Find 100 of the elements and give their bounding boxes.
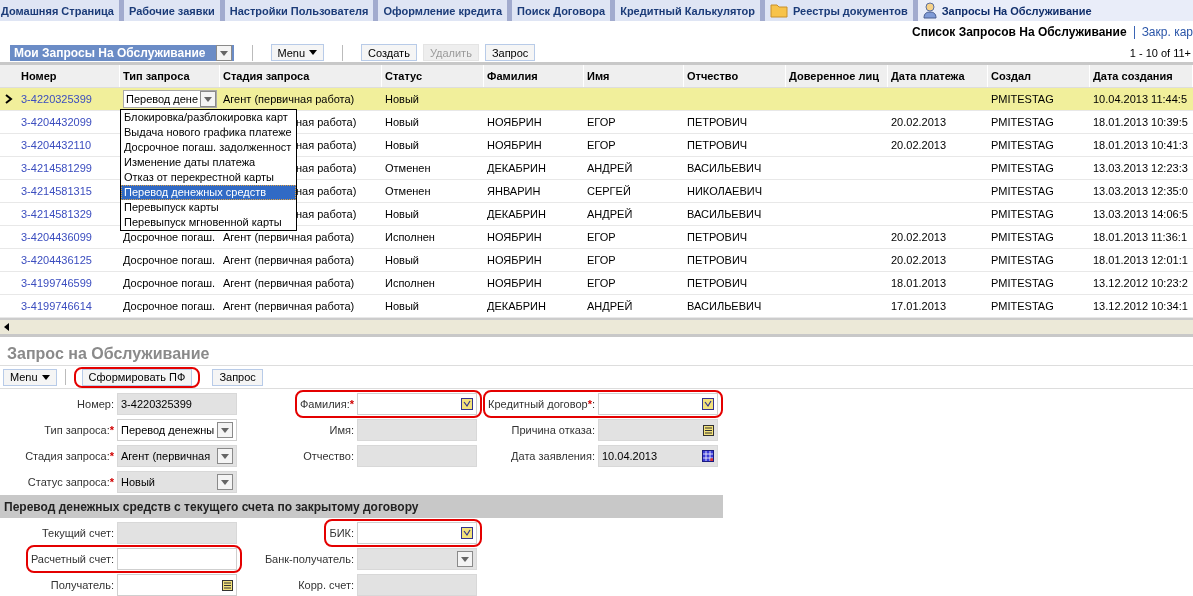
lookup-icon[interactable] [461, 527, 473, 539]
request-link[interactable]: 3-4214581315 [21, 185, 92, 197]
field-label: Дата заявления: [511, 450, 596, 462]
lookup-icon[interactable] [461, 398, 473, 410]
request-link[interactable]: 3-4204432099 [21, 116, 92, 128]
table-cell: 18.01.2013 10:41:3 [1093, 139, 1188, 151]
table-cell: ПЕТРОВИЧ [687, 231, 748, 243]
dropdown-option[interactable]: Досрочное погаш. задолженност [121, 140, 296, 155]
table-cell: ПЕТРОВИЧ [687, 139, 748, 151]
table-cell: PMITESTAG [991, 231, 1054, 243]
table-cell: 20.02.2013 [891, 139, 947, 151]
table-cell: 20.02.2013 [891, 231, 947, 243]
table-cell: НОЯБРИН [487, 231, 542, 243]
request-link[interactable]: 3-4204436099 [21, 231, 92, 243]
table-cell: 13.12.2012 10:34:1 [1093, 300, 1188, 312]
input-field[interactable] [357, 419, 477, 441]
request-link[interactable]: 3-4214581299 [21, 162, 92, 174]
dropdown-option[interactable]: Отказ от перекрестной карты [121, 170, 296, 185]
scroll-left-icon[interactable] [4, 323, 9, 331]
input-field[interactable] [117, 522, 237, 544]
input-field[interactable]: Новый [117, 471, 237, 493]
toolbar-button[interactable]: Создать [361, 44, 417, 61]
input-field[interactable]: Перевод денежны [117, 419, 237, 441]
request-link[interactable]: 3-4204432110 [21, 139, 92, 151]
toolbar-button[interactable]: Сформировать ПФ [81, 368, 193, 386]
table-cell: НОЯБРИН [487, 139, 542, 151]
column-header[interactable]: Имя [584, 65, 684, 87]
field-label: Корр. счет: [298, 579, 355, 591]
field-label: Отчество: [303, 450, 355, 462]
table-cell: PMITESTAG [991, 277, 1054, 289]
dropdown-option[interactable]: Перевыпуск мгновенной карты [121, 215, 296, 230]
column-header[interactable]: Тип запроса [120, 65, 220, 87]
input-field[interactable] [357, 548, 477, 570]
column-header[interactable]: Номер [18, 65, 120, 87]
input-field[interactable] [117, 548, 237, 570]
list-icon[interactable] [703, 424, 714, 436]
input-field[interactable] [357, 393, 477, 415]
table-cell: 18.01.2013 12:01:1 [1093, 254, 1188, 266]
dropdown-option[interactable]: Изменение даты платежа [121, 155, 296, 170]
table-cell: ЕГОР [587, 139, 616, 151]
column-header[interactable]: Доверенное лиц [786, 65, 888, 87]
table-cell: ПЕТРОВИЧ [687, 254, 748, 266]
input-field[interactable] [357, 445, 477, 467]
column-header[interactable]: Дата платежа [888, 65, 988, 87]
page-title: Список Запросов На Обслуживание [912, 25, 1127, 39]
column-header[interactable]: Дата создания [1090, 65, 1193, 87]
table-cell: ДЕКАБРИН [487, 208, 546, 220]
column-header[interactable]: Стадия запроса [220, 65, 382, 87]
table-cell: ВАСИЛЬЕВИЧ [687, 300, 762, 312]
table-cell: Досрочное погаш. [123, 300, 216, 312]
dropdown-option[interactable]: Перевод денежных средств [121, 185, 296, 200]
request-link[interactable]: 3-4214581329 [21, 208, 92, 220]
input-field[interactable] [117, 574, 237, 596]
request-link[interactable]: 3-4204436125 [21, 254, 92, 266]
input-field[interactable]: 10.04.2013 [598, 445, 718, 467]
table-cell: НОЯБРИН [487, 277, 542, 289]
dropdown-option[interactable]: Перевыпуск карты [121, 200, 296, 215]
request-link[interactable]: 3-4199746614 [21, 300, 92, 312]
calendar-icon[interactable] [702, 450, 714, 462]
table-cell: 20.02.2013 [891, 254, 947, 266]
menu-button[interactable]: Menu [3, 368, 57, 386]
field-label: Стадия запроса:* [25, 450, 115, 462]
menu-button[interactable]: Menu [270, 44, 325, 61]
input-field[interactable]: Агент (первичная [117, 445, 237, 467]
column-header[interactable]: Отчество [684, 65, 786, 87]
toolbar-button[interactable]: Запрос [484, 44, 536, 61]
input-field[interactable] [598, 393, 718, 415]
table-cell: PMITESTAG [991, 116, 1054, 128]
input-field[interactable]: 3-4220325399 [117, 393, 237, 415]
horizontal-scrollbar[interactable] [0, 319, 1193, 334]
dropdown-option[interactable]: Блокировка/разблокировка карт [121, 110, 296, 125]
table-cell: ная работа) [296, 139, 357, 151]
nav-tab[interactable]: Запросы На Обслуживание [912, 0, 1193, 21]
toolbar-button[interactable]: Запрос [212, 368, 263, 386]
field-label: Текущий счет: [42, 527, 115, 539]
field-label: Статус запроса:* [27, 476, 115, 488]
input-field[interactable] [357, 522, 477, 544]
caret-icon [41, 374, 50, 380]
column-header[interactable]: Статус [382, 65, 484, 87]
folder-icon [770, 3, 788, 18]
lookup-icon[interactable] [702, 398, 714, 410]
request-link[interactable]: 3-4199746599 [21, 277, 92, 289]
table-cell: АНДРЕЙ [587, 162, 633, 174]
input-field[interactable] [357, 574, 477, 596]
table-cell: ная работа) [296, 185, 357, 197]
breadcrumb-link[interactable]: Закр. кар [1141, 25, 1193, 39]
table-cell: 13.03.2013 14:06:5 [1093, 208, 1188, 220]
column-header[interactable]: Создал [988, 65, 1090, 87]
table-cell: АНДРЕЙ [587, 208, 633, 220]
type-select[interactable]: Перевод дене [123, 90, 217, 108]
table-cell: Агент (первичная работа) [223, 277, 355, 289]
list-icon[interactable] [222, 579, 233, 591]
table-cell: ная работа) [296, 162, 357, 174]
request-link[interactable]: 3-4220325399 [21, 93, 92, 105]
table-cell: 18.01.2013 10:39:5 [1093, 116, 1188, 128]
table-cell: НОЯБРИН [487, 254, 542, 266]
table-cell: Агент (первичная работа) [223, 93, 355, 105]
dropdown-option[interactable]: Выдача нового графика платеже [121, 125, 296, 140]
input-field[interactable] [598, 419, 718, 441]
column-header[interactable]: Фамилия [484, 65, 584, 87]
